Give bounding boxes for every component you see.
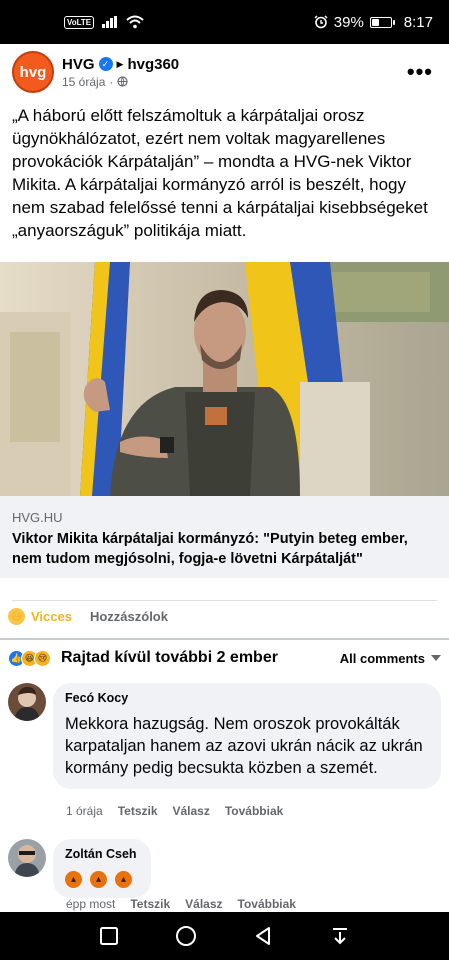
reactions-summary: 👍 😆 😢 Rajtad kívül további 2 ember All c…	[8, 645, 441, 671]
circle-icon	[175, 926, 196, 946]
photo-illustration	[0, 262, 449, 496]
target-page-name[interactable]: hvg360	[127, 56, 179, 73]
battery-icon	[369, 16, 395, 28]
comments-filter-label: All comments	[339, 650, 425, 666]
divider	[12, 600, 437, 601]
alarm-icon	[314, 15, 328, 29]
back-button[interactable]	[251, 924, 275, 948]
comment-time[interactable]: épp most	[66, 897, 115, 911]
system-nav-bar	[0, 912, 449, 960]
action-row: 😆 Vicces Hozzászólok	[8, 608, 168, 625]
home-button[interactable]	[174, 924, 198, 948]
comment-actions: 1 órája Tetszik Válasz Továbbiak	[66, 804, 283, 818]
reply-button[interactable]: Válasz	[185, 897, 222, 911]
comment-emoji-row: ▴ ▴ ▴	[65, 871, 139, 888]
comment-text: Mekkora hazugság. Nem oroszok provokáltá…	[65, 715, 423, 777]
comment-label: Hozzászólok	[89, 609, 168, 624]
link-domain: HVG.HU	[12, 510, 63, 525]
back-triangle-icon	[256, 927, 271, 945]
post-header: hvg HVG ✓ ▶ hvg360 15 órája · •••	[0, 44, 449, 100]
jack-o-lantern-icon: ▴	[90, 871, 107, 888]
reaction-summary-text[interactable]: Rajtad kívül további 2 ember	[61, 649, 278, 667]
globe-icon	[117, 76, 128, 87]
comment-actions: épp most Tetszik Válasz Továbbiak	[66, 897, 296, 911]
caret-down-icon	[431, 655, 441, 661]
jack-o-lantern-icon: ▴	[65, 871, 82, 888]
avatar-image	[8, 683, 46, 721]
comment-item: Fecó Kocy Mekkora hazugság. Nem oroszok …	[8, 683, 441, 833]
page-avatar[interactable]: hvg	[12, 51, 54, 93]
reaction-icons[interactable]: 👍 😆 😢	[8, 649, 51, 667]
battery-percent: 39%	[333, 13, 364, 31]
comment-author[interactable]: Zoltán Cseh	[65, 847, 139, 861]
like-comment-button[interactable]: Tetszik	[118, 804, 158, 818]
avatar-image	[8, 839, 46, 877]
more-options-button[interactable]: •••	[403, 59, 437, 85]
reaction-label: Vicces	[31, 609, 72, 624]
volte-indicator: VoLTE	[64, 15, 95, 29]
comments-filter-dropdown[interactable]: All comments	[340, 651, 441, 666]
comment-author[interactable]: Fecó Kocy	[65, 691, 429, 705]
comment-button[interactable]: Hozzászólok	[90, 609, 168, 624]
comment-item: Zoltán Cseh ▴ ▴ ▴ épp most Tetszik Válas…	[8, 839, 441, 912]
avatar[interactable]	[8, 839, 46, 877]
haha-emoji-icon: 😆	[8, 608, 25, 625]
recents-button[interactable]	[97, 924, 121, 948]
notification-shade-button[interactable]	[328, 924, 352, 948]
post-photo[interactable]	[0, 262, 449, 496]
post-text: „A háború előtt felszámoltuk a kárpátalj…	[12, 106, 428, 240]
page-name[interactable]: HVG	[62, 56, 95, 73]
jack-o-lantern-icon: ▴	[115, 871, 132, 888]
comment-bubble[interactable]: Fecó Kocy Mekkora hazugság. Nem oroszok …	[53, 683, 441, 789]
more-comment-options-button[interactable]: Továbbiak	[238, 897, 296, 911]
comment-bubble[interactable]: Zoltán Cseh ▴ ▴ ▴	[53, 839, 151, 898]
reply-button[interactable]: Válasz	[173, 804, 210, 818]
divider-thick	[0, 638, 449, 640]
link-preview-card[interactable]: HVG.HU Viktor Mikita kárpátaljai kormány…	[0, 496, 449, 578]
post-timestamp[interactable]: 15 órája	[62, 75, 105, 89]
wifi-icon	[126, 15, 144, 29]
square-icon	[99, 927, 118, 945]
hvg-logo: hvg	[19, 63, 47, 81]
clock: 8:17	[403, 13, 433, 31]
like-comment-button[interactable]: Tetszik	[130, 897, 170, 911]
reaction-button[interactable]: 😆 Vicces	[8, 608, 72, 625]
avatar[interactable]	[8, 683, 46, 721]
battery-level	[371, 18, 379, 26]
sad-reaction-icon: 😢	[34, 649, 51, 667]
status-bar: VoLTE 39% 8:17	[0, 0, 449, 44]
comment-time[interactable]: 1 órája	[66, 804, 103, 818]
pull-down-icon	[333, 928, 348, 945]
verified-icon: ✓	[98, 57, 113, 71]
signal-icon	[102, 16, 118, 28]
arrow-right-icon: ▶	[116, 58, 124, 69]
link-title: Viktor Mikita kárpátaljai kormányzó: "Pu…	[12, 531, 408, 567]
more-comment-options-button[interactable]: Továbbiak	[225, 804, 283, 818]
